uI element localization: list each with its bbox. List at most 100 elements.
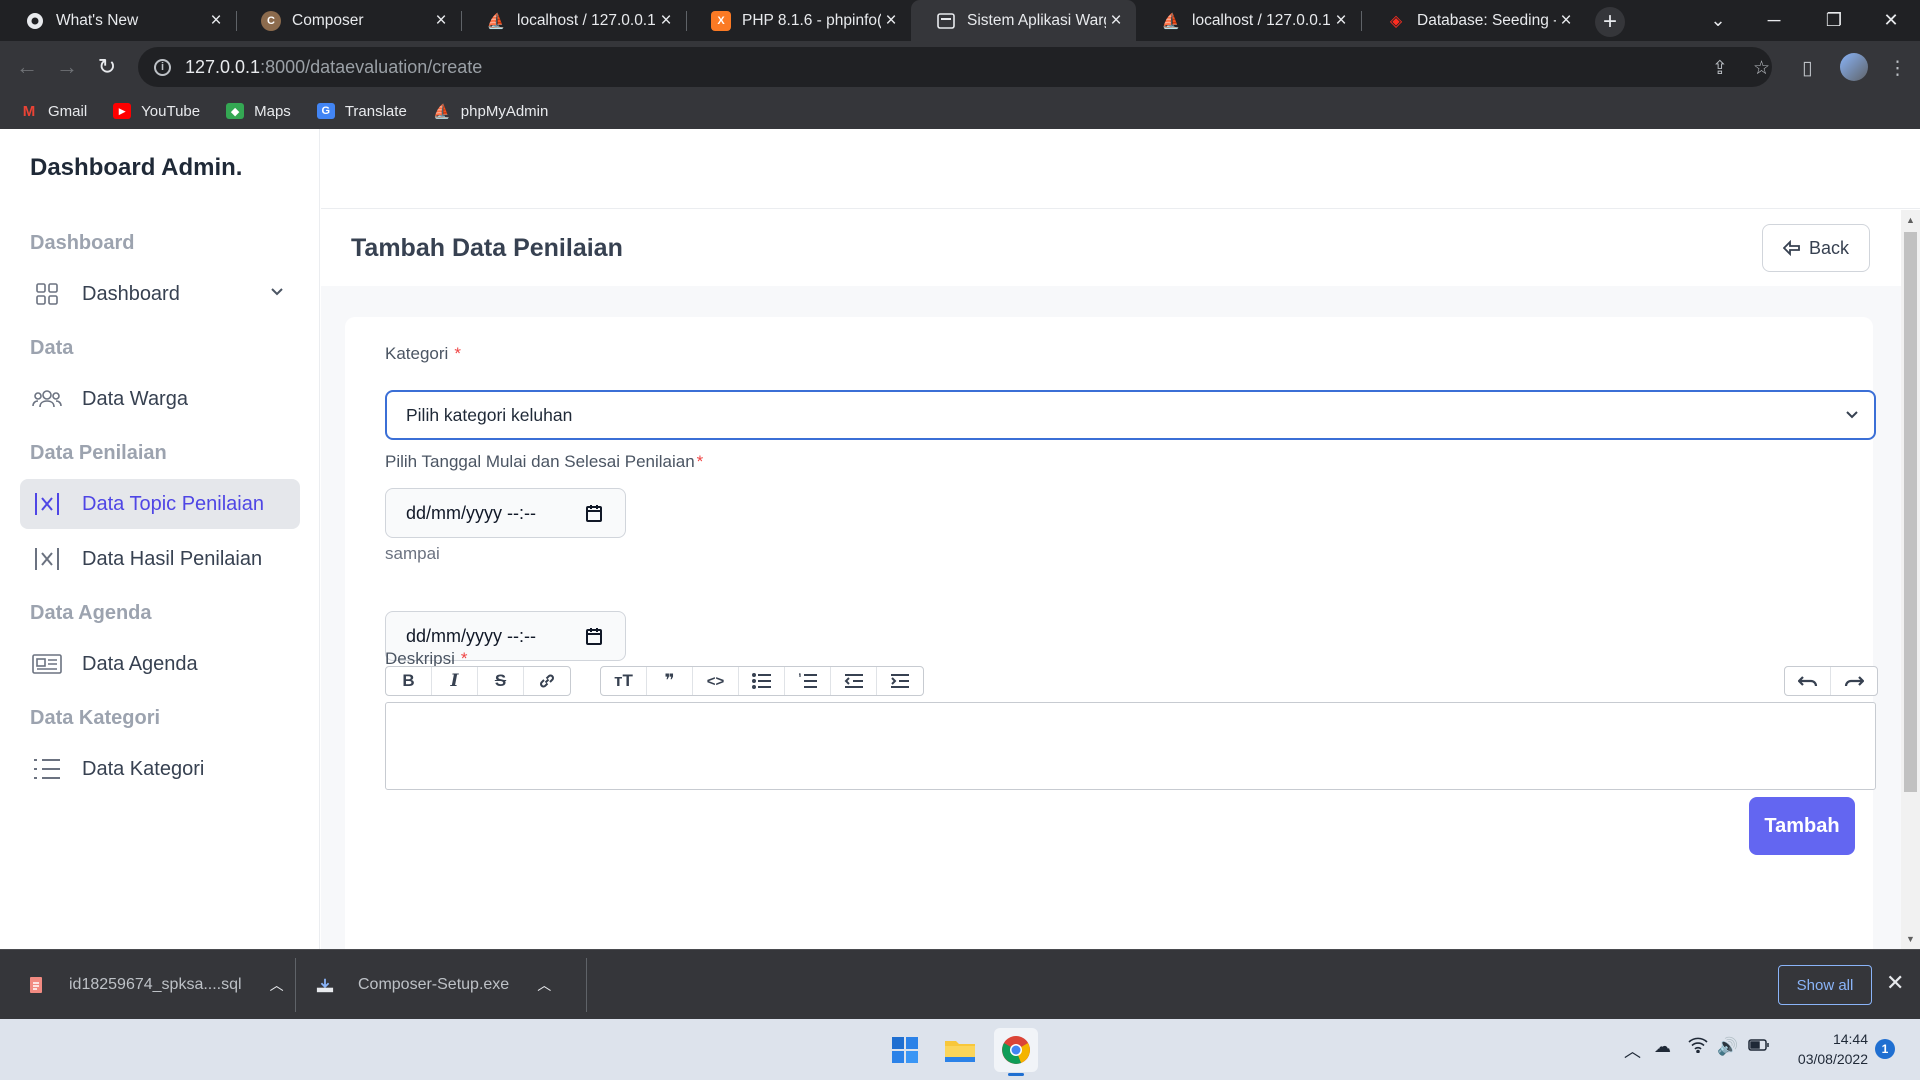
bookmark-maps[interactable]: ◆ Maps (226, 103, 291, 120)
wifi-icon[interactable] (1688, 1037, 1708, 1058)
close-icon[interactable]: × (206, 10, 226, 32)
sidebar-item-data-topic-penilaian[interactable]: Data Topic Penilaian (20, 479, 300, 529)
menu-kebab-icon[interactable]: ⋮ (1888, 57, 1907, 80)
bold-icon[interactable]: B (386, 667, 432, 695)
chevron-up-icon[interactable]: ︿ (270, 975, 284, 995)
system-clock[interactable]: 14:44 03/08/2022 (1784, 1029, 1868, 1069)
numbered-list-icon[interactable] (785, 667, 831, 695)
page-scrollbar[interactable]: ▲ ▼ (1901, 210, 1920, 949)
new-tab-button[interactable]: + (1595, 7, 1625, 37)
close-icon[interactable]: × (1331, 10, 1351, 32)
back-arrow-icon[interactable]: ← (9, 49, 45, 85)
page-heading: Tambah Data Penilaian Back (321, 210, 1901, 286)
date-placeholder: dd/mm/yyyy --:-- (406, 502, 536, 523)
close-window-button[interactable]: ✕ (1868, 0, 1914, 41)
profile-avatar[interactable] (1840, 53, 1868, 81)
close-icon[interactable]: × (1106, 10, 1126, 32)
tab-composer[interactable]: C Composer × (236, 0, 461, 41)
bookmark-gmail[interactable]: M Gmail (20, 103, 87, 120)
indent-icon[interactable] (877, 667, 923, 695)
back-label: Back (1808, 237, 1850, 258)
sidebar-item-label: Dashboard (82, 282, 180, 305)
chevron-down-icon[interactable] (268, 282, 286, 306)
tab-laravel-seeding[interactable]: ◈ Database: Seeding - L × (1361, 0, 1586, 41)
scroll-up-icon[interactable]: ▲ (1901, 212, 1920, 228)
chevron-up-icon[interactable]: ︿ (1624, 1037, 1641, 1062)
reload-icon[interactable]: ↻ (89, 49, 125, 85)
volume-icon[interactable]: 🔊 (1717, 1037, 1738, 1057)
code-icon[interactable]: <> (693, 667, 739, 695)
chrome-icon[interactable] (994, 1028, 1038, 1072)
sidebar: Dashboard Admin. Dashboard Dashboard Dat… (0, 129, 320, 949)
download-item-composer[interactable]: Composer-Setup.exe ︿ (316, 950, 551, 1020)
kategori-select[interactable]: Pilih kategori keluhan (385, 390, 1876, 440)
file-explorer-icon[interactable] (938, 1028, 982, 1072)
bookmark-translate[interactable]: G Translate (316, 103, 407, 120)
scroll-down-icon[interactable]: ▼ (1901, 931, 1920, 947)
address-bar[interactable]: i 127.0.0.1:8000/dataevaluation/create (138, 47, 1772, 87)
tab-title: PHP 8.1.6 - phpinfo() (742, 11, 881, 29)
close-icon[interactable]: × (881, 10, 901, 32)
tab-phpinfo[interactable]: X PHP 8.1.6 - phpinfo() × (686, 0, 911, 41)
battery-icon[interactable] (1748, 1037, 1770, 1057)
tambah-button[interactable]: Tambah (1749, 797, 1855, 855)
onedrive-icon[interactable]: ☁ (1654, 1037, 1671, 1057)
editor-history-group (1784, 666, 1878, 696)
undo-icon[interactable] (1785, 667, 1831, 695)
youtube-icon: ▶ (113, 103, 132, 119)
site-info-icon[interactable]: i (154, 58, 171, 76)
italic-icon[interactable]: I (432, 667, 478, 695)
chevron-up-icon[interactable]: ︿ (537, 975, 551, 995)
link-icon[interactable] (524, 667, 570, 695)
forward-arrow-icon[interactable]: → (49, 49, 85, 85)
sidebar-item-data-agenda[interactable]: Data Agenda (20, 639, 300, 689)
bookmark-youtube[interactable]: ▶ YouTube (113, 103, 200, 120)
tab-title: localhost / 127.0.0.1 / (517, 11, 656, 29)
bullet-list-icon[interactable] (739, 667, 785, 695)
sidebar-item-data-hasil-penilaian[interactable]: Data Hasil Penilaian (20, 534, 300, 584)
close-icon[interactable]: × (656, 10, 676, 32)
outdent-icon[interactable] (831, 667, 877, 695)
close-icon[interactable]: × (1556, 10, 1576, 32)
sidebar-item-label: Data Hasil Penilaian (82, 547, 263, 570)
scrollbar-thumb[interactable] (1904, 232, 1917, 792)
maps-icon: ◆ (226, 103, 245, 119)
grid-icon (32, 281, 62, 307)
bookmark-label: Maps (254, 102, 291, 120)
notification-badge[interactable]: 1 (1875, 1039, 1895, 1059)
editor-format-group: B I S (385, 666, 571, 696)
share-icon[interactable]: ⇪ (1712, 57, 1728, 80)
quote-icon[interactable]: ❞ (647, 667, 693, 695)
download-item-sql[interactable]: id18259674_spksa....sql ︿ (27, 950, 284, 1020)
close-icon[interactable]: ✕ (1886, 970, 1904, 996)
close-icon[interactable]: × (431, 10, 451, 32)
calendar-icon[interactable] (585, 626, 603, 651)
bookmarks-bar: M Gmail ▶ YouTube ◆ Maps G Translate ⛵ p… (0, 93, 554, 129)
redo-icon[interactable] (1831, 667, 1877, 695)
calendar-icon[interactable] (585, 503, 603, 528)
windows-start-icon[interactable] (883, 1028, 927, 1072)
section-data: Data (30, 337, 74, 359)
minimize-button[interactable]: ─ (1751, 0, 1797, 41)
tab-search-icon[interactable]: ⌄ (1695, 0, 1741, 41)
strikethrough-icon[interactable]: S (478, 667, 524, 695)
tab-phpmyadmin-1[interactable]: ⛵ localhost / 127.0.0.1 / × (461, 0, 686, 41)
bookmark-phpmyadmin[interactable]: ⛵ phpMyAdmin (433, 103, 548, 120)
bookmark-star-icon[interactable]: ☆ (1753, 57, 1770, 80)
restore-button[interactable]: ❐ (1811, 0, 1857, 41)
heading-icon[interactable]: ᴛT (601, 667, 647, 695)
sidebar-item-data-warga[interactable]: Data Warga (20, 374, 300, 424)
deskripsi-editor[interactable] (385, 702, 1876, 790)
required-mark: * (454, 344, 461, 363)
sidebar-item-dashboard[interactable]: Dashboard (20, 269, 300, 319)
tab-sistem-aplikasi-warga[interactable]: Sistem Aplikasi Warga × (911, 0, 1136, 41)
sidebar-item-data-kategori[interactable]: Data Kategori (20, 744, 300, 794)
clock-date: 03/08/2022 (1797, 1051, 1868, 1067)
tab-title: Sistem Aplikasi Warga (967, 11, 1106, 29)
back-button[interactable]: Back (1762, 224, 1870, 272)
tab-phpmyadmin-2[interactable]: ⛵ localhost / 127.0.0.1 / × (1136, 0, 1361, 41)
side-panel-icon[interactable]: ▯ (1802, 57, 1812, 80)
show-all-button[interactable]: Show all (1778, 965, 1872, 1005)
start-datetime-input[interactable]: dd/mm/yyyy --:-- (385, 488, 626, 538)
tab-whats-new[interactable]: What's New × (0, 0, 236, 41)
